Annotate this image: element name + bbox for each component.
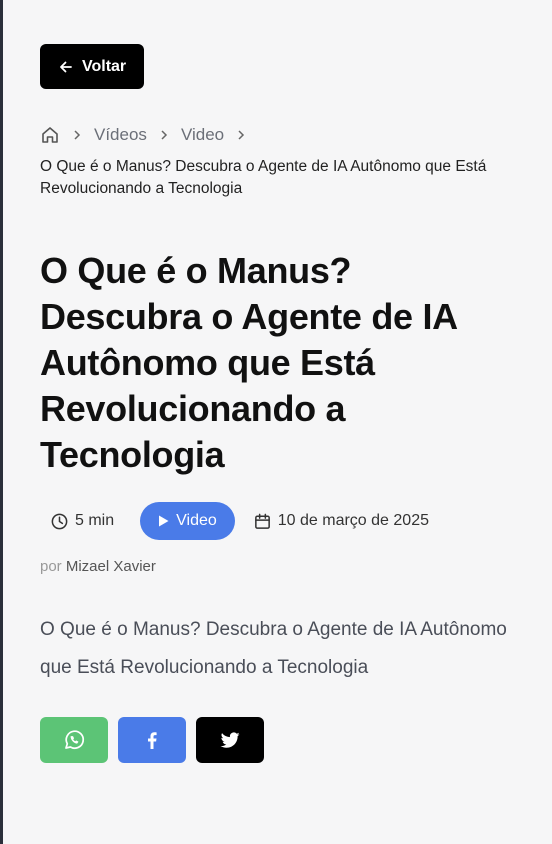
page-title: O Que é o Manus? Descubra o Agente de IA… <box>40 250 457 475</box>
window-edge <box>0 0 3 844</box>
home-icon[interactable] <box>40 125 60 145</box>
breadcrumb-item-video[interactable]: Video <box>181 125 224 145</box>
reading-time: 5 min <box>50 512 114 531</box>
share-whatsapp-button[interactable] <box>40 717 108 763</box>
chevron-right-icon <box>147 125 181 145</box>
breadcrumb: Vídeos Video <box>40 124 510 146</box>
type-badge-label: Video <box>176 512 217 529</box>
breadcrumb-current: O Que é o Manus? Descubra o Agente de IA… <box>40 158 487 197</box>
whatsapp-icon <box>65 730 85 750</box>
author-prefix: por <box>40 558 62 575</box>
article-page: Voltar Vídeos Video O Que é o Manus? Des… <box>40 44 510 763</box>
calendar-icon <box>254 513 270 529</box>
article-excerpt: O Que é o Manus? Descubra o Agente de IA… <box>40 619 507 678</box>
publish-date: 10 de março de 2025 <box>253 512 429 531</box>
play-icon <box>159 515 169 527</box>
article-meta: 5 min Video 10 de março de 2025 <box>40 502 510 540</box>
author-line: por Mizael Xavier <box>40 558 510 575</box>
chevron-right-icon <box>224 125 258 145</box>
author-name[interactable]: Mizael Xavier <box>66 558 156 575</box>
facebook-icon <box>148 732 157 749</box>
back-button[interactable]: Voltar <box>40 44 145 89</box>
twitter-icon <box>220 732 240 748</box>
share-twitter-button[interactable] <box>196 717 264 763</box>
arrow-left-icon <box>60 61 72 72</box>
back-button-label: Voltar <box>82 57 127 75</box>
clock-icon <box>51 513 68 529</box>
publish-date-value: 10 de março de 2025 <box>277 512 429 529</box>
share-buttons <box>40 717 510 763</box>
share-facebook-button[interactable] <box>118 717 186 763</box>
type-badge[interactable]: Video <box>140 502 235 540</box>
breadcrumb-item-videos[interactable]: Vídeos <box>94 125 147 145</box>
reading-time-value: 5 min <box>75 512 115 529</box>
chevron-right-icon <box>60 125 94 145</box>
